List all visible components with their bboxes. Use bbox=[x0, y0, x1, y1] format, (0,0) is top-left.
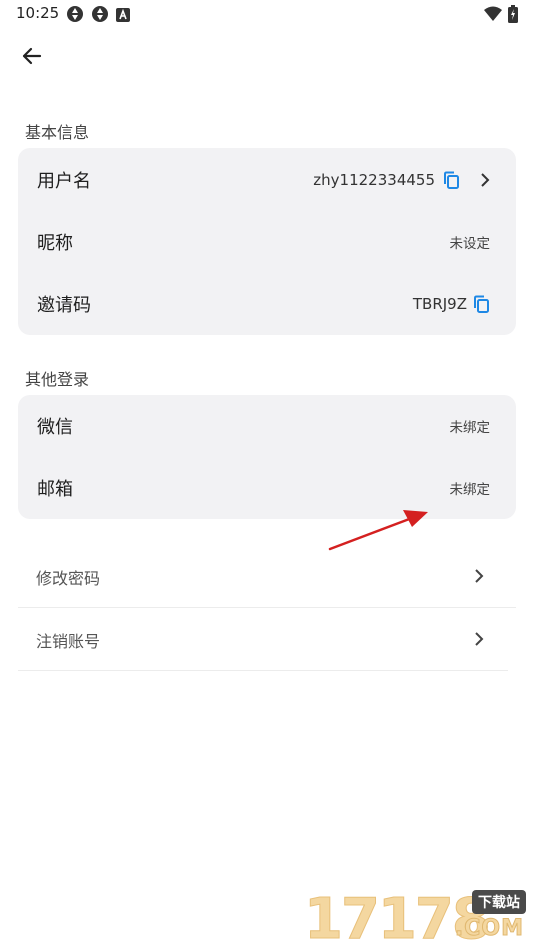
invite-code-label: 邀请码 bbox=[37, 295, 91, 316]
wechat-label: 微信 bbox=[37, 417, 73, 438]
row-email[interactable]: 邮箱 未绑定 bbox=[18, 457, 516, 519]
chevron-right-icon bbox=[474, 631, 484, 650]
arrow-back-icon bbox=[22, 46, 42, 70]
row-wechat[interactable]: 微信 未绑定 bbox=[18, 395, 516, 457]
row-nickname[interactable]: 昵称 未设定 bbox=[18, 211, 516, 273]
change-password-button[interactable]: 修改密码 bbox=[18, 546, 516, 608]
sync-icon bbox=[66, 5, 84, 27]
delete-account-button[interactable]: 注销账号 bbox=[18, 609, 516, 671]
row-username[interactable]: 用户名 zhy1122334455 bbox=[18, 149, 516, 211]
watermark-logo: 17178 下载站 .COM bbox=[304, 888, 530, 950]
watermark-suffix: .COM bbox=[454, 916, 524, 942]
copy-icon[interactable] bbox=[473, 295, 490, 313]
invite-code-value: TBRJ9Z bbox=[412, 295, 467, 313]
delete-account-label: 注销账号 bbox=[36, 632, 101, 651]
divider bbox=[18, 670, 508, 671]
copy-icon[interactable] bbox=[443, 171, 460, 189]
email-label: 邮箱 bbox=[37, 479, 73, 500]
email-value: 未绑定 bbox=[449, 482, 491, 498]
status-bar: 10:25 bbox=[0, 0, 534, 28]
row-invite-code[interactable]: 邀请码 TBRJ9Z bbox=[18, 273, 516, 335]
section-title-other-login: 其他登录 bbox=[25, 370, 90, 389]
font-icon bbox=[116, 7, 130, 26]
wifi-icon bbox=[484, 6, 502, 26]
change-password-label: 修改密码 bbox=[36, 569, 101, 588]
back-button[interactable] bbox=[14, 42, 50, 74]
other-login-card: 微信 未绑定 邮箱 未绑定 bbox=[18, 395, 516, 519]
basic-info-card: 用户名 zhy1122334455 昵称 未设定 邀请码 TBRJ9Z bbox=[18, 148, 516, 335]
watermark-tag: 下载站 bbox=[472, 890, 526, 914]
section-title-basic-info: 基本信息 bbox=[25, 123, 90, 142]
sync-icon bbox=[91, 5, 109, 27]
nickname-label: 昵称 bbox=[37, 233, 73, 254]
username-label: 用户名 bbox=[37, 171, 91, 192]
nickname-value: 未设定 bbox=[449, 236, 491, 252]
divider bbox=[18, 607, 516, 608]
wechat-value: 未绑定 bbox=[449, 420, 491, 436]
username-value: zhy1122334455 bbox=[313, 171, 435, 189]
status-time: 10:25 bbox=[16, 4, 60, 22]
battery-icon bbox=[508, 5, 518, 27]
chevron-right-icon bbox=[480, 173, 490, 187]
chevron-right-icon bbox=[474, 568, 484, 587]
